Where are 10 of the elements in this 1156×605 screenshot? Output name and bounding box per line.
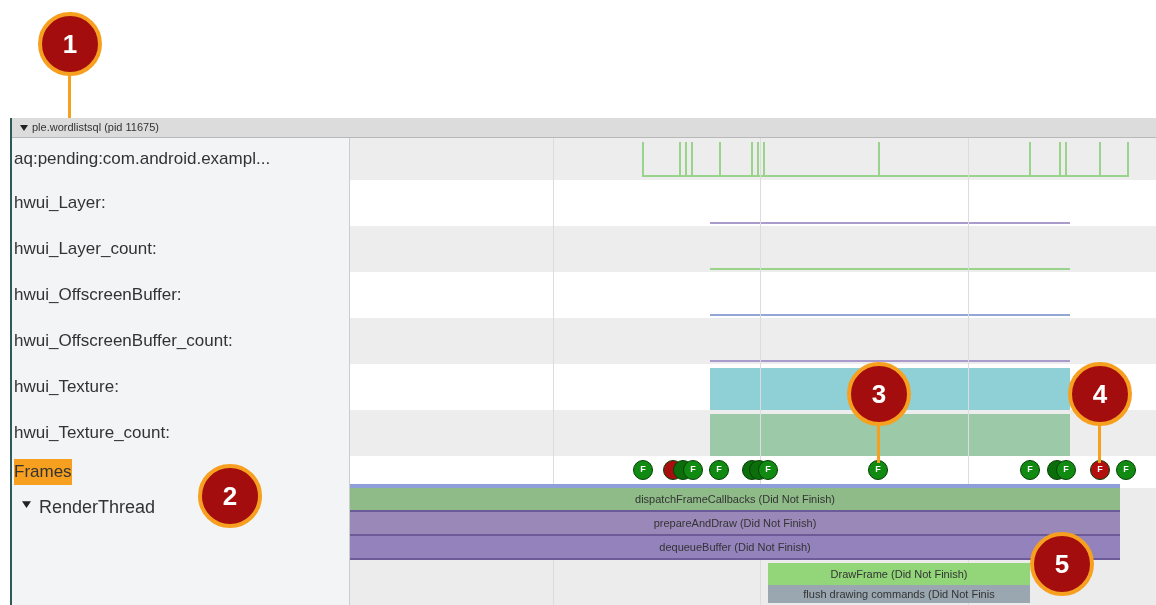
callout-badge: 1 (38, 12, 102, 76)
track-label: hwui_Texture: (14, 376, 119, 399)
track-label: hwui_Layer_count: (14, 238, 157, 261)
track-label: hwui_OffscreenBuffer: (14, 284, 182, 307)
thread-label: RenderThread (39, 496, 156, 519)
track-label: aq:pending:com.android.exampl... (14, 148, 271, 171)
track-label: hwui_Layer: (14, 192, 106, 215)
track-label: hwui_Texture_count: (14, 422, 170, 445)
process-title: ple.wordlistsql (pid 11675) (32, 120, 159, 136)
track-label: hwui_OffscreenBuffer_count: (14, 330, 233, 353)
